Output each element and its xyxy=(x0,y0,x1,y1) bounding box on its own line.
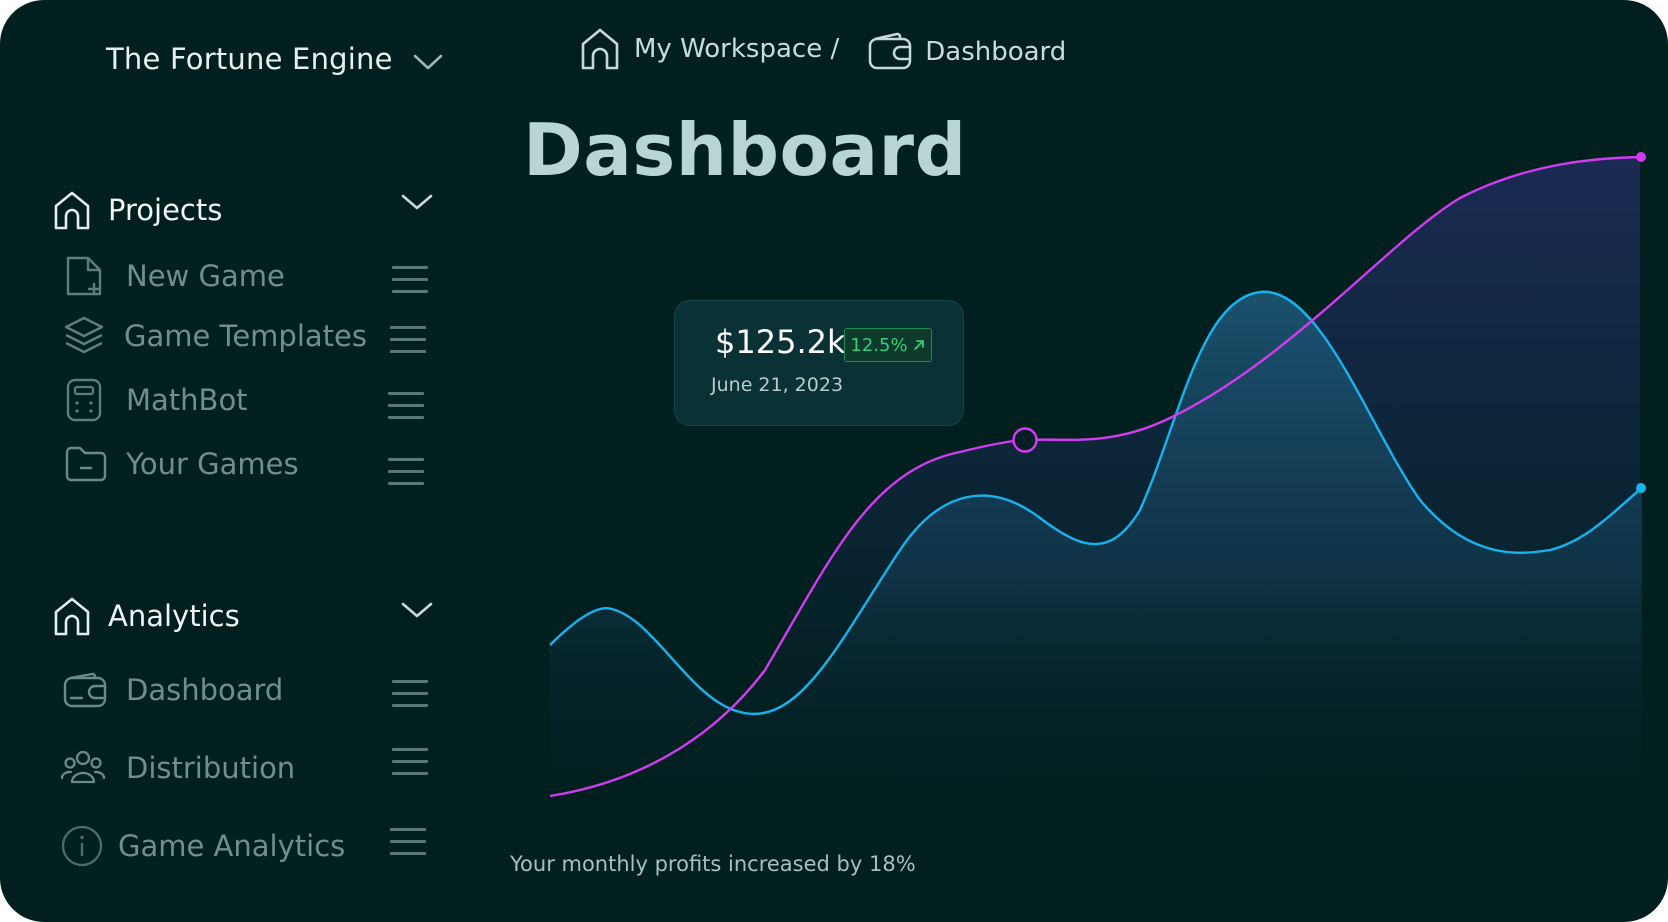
change-badge: 12.5% xyxy=(844,328,932,362)
tooltip-value: $125.2k xyxy=(715,323,846,361)
tooltip-date: June 21, 2023 xyxy=(711,374,844,396)
change-percent: 12.5% xyxy=(850,334,908,356)
chart-footnote: Your monthly profits increased by 18% xyxy=(510,852,916,876)
arrow-up-right-icon xyxy=(913,340,924,350)
profit-chart xyxy=(549,152,1646,800)
purple-series-endpoint xyxy=(1636,152,1646,162)
chart-tooltip: $125.2k 12.5% June 21, 2023 xyxy=(674,300,964,426)
blue-series-endpoint xyxy=(1636,483,1646,493)
app-window: The Fortune Engine Projects New Game Gam… xyxy=(0,0,1668,922)
purple-series-marker[interactable] xyxy=(1012,427,1038,453)
